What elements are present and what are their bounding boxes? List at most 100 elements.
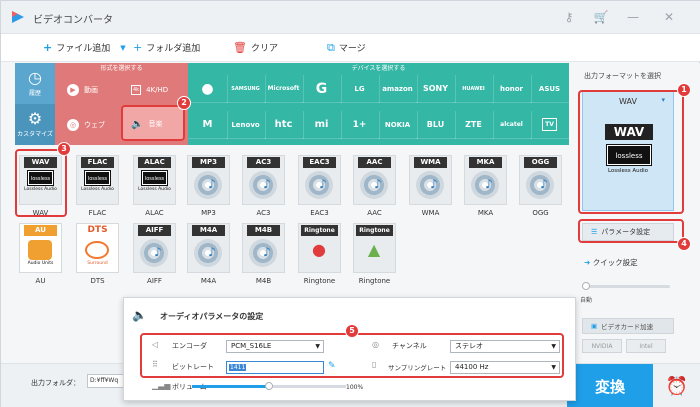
play-icon: ▶ [67, 84, 79, 96]
dropdown-arrow-icon[interactable]: ▼ [120, 44, 125, 52]
format-tag: Ringtone [356, 225, 393, 236]
alcatel-label: alcatel [500, 121, 523, 128]
add-folder-label: フォルダ追加 [146, 44, 201, 54]
merge-button[interactable]: ⧉ マージ [327, 41, 366, 54]
music-note-icon: ♪ [263, 177, 271, 191]
music-note-icon: ♪ [208, 245, 216, 259]
zte-brand[interactable]: ZTE [454, 111, 494, 139]
format-tile-alac[interactable]: ALAC lossless Lossless Audio ALAC [129, 155, 180, 221]
format-name: AAC [367, 209, 382, 217]
output-format-label: 出力フォーマットを選択 [584, 72, 661, 80]
close-icon[interactable]: ✕ [661, 9, 677, 25]
video-label: 動画 [84, 86, 98, 94]
customize-tab[interactable]: ⚙ カスタマイズ [15, 104, 55, 145]
music-note-icon: ♪ [263, 245, 271, 259]
huawei-brand[interactable]: HUAWEI [454, 75, 494, 103]
format-tile-mka[interactable]: MKA ♪ MKA [460, 155, 511, 221]
format-tile-ringtone-iphone[interactable]: Ringtone ● Ringtone [294, 223, 345, 289]
blu-brand[interactable]: BLU [416, 111, 456, 139]
format-tile-ogg[interactable]: OGG ♪ OGG [515, 155, 566, 221]
format-tag: Ringtone [301, 225, 338, 236]
alarm-clock-icon[interactable]: ⏰ [653, 364, 700, 407]
key-icon[interactable]: ⚷ [561, 9, 577, 25]
format-tile-aiff[interactable]: AIFF ♪ AIFF [129, 223, 180, 289]
apple-brand[interactable]: ● [188, 75, 228, 103]
format-header: 形式を選択する [100, 65, 143, 72]
mi-brand[interactable]: mi [302, 111, 342, 139]
web-category-button[interactable]: ◎ ウェブ [59, 111, 119, 139]
customize-icon: ⚙ [27, 109, 43, 128]
oneplus-brand[interactable]: 1+ [340, 111, 380, 139]
microsoft-brand[interactable]: Microsoft [264, 75, 304, 103]
volume-knob[interactable] [265, 382, 273, 390]
tv-label: TV [542, 118, 557, 131]
lg-brand[interactable]: LG [340, 75, 380, 103]
format-tile-au[interactable]: AU Audio Units AU [15, 223, 66, 289]
htc-brand[interactable]: htc [264, 111, 304, 139]
minimize-icon[interactable]: — [625, 9, 641, 25]
amazon-brand[interactable]: amazon [378, 75, 418, 103]
video-category-button[interactable]: ▶ 動画 [59, 76, 119, 104]
lg-label: LG [354, 84, 365, 93]
format-tile-m4b[interactable]: M4B ♪ M4B [238, 223, 289, 289]
annotation-box-params [578, 219, 684, 243]
format-name: OGG [532, 209, 549, 217]
format-tile-dts[interactable]: DTS Surround DTS [72, 223, 123, 289]
cart-icon[interactable]: 🛒 [593, 9, 609, 25]
annotation-badge-5: 5 [345, 324, 359, 338]
format-tile-eac3[interactable]: EAC3 ♪ EAC3 [294, 155, 345, 221]
music-note-icon: ♪ [374, 177, 382, 191]
quick-settings[interactable]: ➜ クイック設定 [584, 257, 638, 268]
format-name: Ringtone [358, 277, 391, 285]
history-icon: ◷ [28, 68, 42, 87]
motorola-brand[interactable]: M [188, 111, 228, 139]
clear-button[interactable]: 🗑 クリア [233, 41, 278, 54]
asus-label: ASUS [538, 84, 561, 93]
tv-brand[interactable]: TV [530, 111, 570, 139]
4k-category-button[interactable]: 4k 4K/HD [123, 76, 183, 104]
nvidia-chip[interactable]: NVIDIA [582, 339, 622, 353]
format-tile-aac[interactable]: AAC ♪ AAC [349, 155, 400, 221]
4k-icon: 4k [131, 85, 142, 95]
music-note-icon: ♪ [208, 177, 216, 191]
format-tile-m4a[interactable]: M4A ♪ M4A [183, 223, 234, 289]
output-folder-field[interactable]: D:¥ff¥Wq [87, 374, 127, 388]
volume-value: 100% [346, 384, 364, 391]
format-tile-wma[interactable]: WMA ♪ WMA [405, 155, 456, 221]
sony-brand[interactable]: SONY [416, 75, 456, 103]
lenovo-brand[interactable]: Lenovo [226, 111, 266, 139]
gpu-accel-button[interactable]: ▣ ビデオカード加速 [582, 318, 674, 334]
slider-knob[interactable] [582, 282, 590, 290]
format-name: MKA [477, 209, 494, 217]
samsung-label: SAMSUNG [231, 85, 260, 92]
gpu-chips: NVIDIA Intel [582, 339, 666, 353]
google-brand[interactable]: G [302, 75, 342, 103]
add-file-button[interactable]: + ファイル追加 ▼ [43, 41, 126, 54]
apple-icon: ● [201, 80, 214, 97]
volume-slider[interactable] [192, 382, 346, 390]
dts-caption: Surround [87, 261, 108, 266]
annotation-box-wav [15, 149, 67, 217]
honor-brand[interactable]: honor [492, 75, 532, 103]
lossless-badge: lossless [84, 170, 111, 186]
convert-button[interactable]: 変換 [567, 364, 653, 407]
quality-slider[interactable] [582, 282, 670, 290]
add-folder-button[interactable]: + フォルダ追加 [133, 41, 200, 54]
device-header: デバイスを選択する [351, 65, 406, 72]
history-tab[interactable]: ◷ 履歴 [15, 63, 55, 104]
nokia-brand[interactable]: NOKIA [378, 111, 418, 139]
format-tile-ac3[interactable]: AC3 ♪ AC3 [238, 155, 289, 221]
format-name: DTS [90, 277, 105, 285]
asus-brand[interactable]: ASUS [530, 75, 570, 103]
format-tile-ringtone-android[interactable]: Ringtone ▲ Ringtone [349, 223, 400, 289]
app-logo-icon [12, 11, 24, 23]
alcatel-brand[interactable]: alcatel [492, 111, 532, 139]
format-tile-mp3[interactable]: MP3 ♪ MP3 [183, 155, 234, 221]
sony-label: SONY [422, 84, 449, 93]
music-note-icon: ♪ [154, 245, 162, 259]
samsung-brand[interactable]: SAMSUNG [226, 75, 266, 103]
annotation-box-music [121, 105, 185, 141]
format-tile-flac[interactable]: FLAC lossless Lossless Audio FLAC [72, 155, 123, 221]
intel-chip[interactable]: Intel [626, 339, 666, 353]
google-label: G [315, 80, 328, 97]
